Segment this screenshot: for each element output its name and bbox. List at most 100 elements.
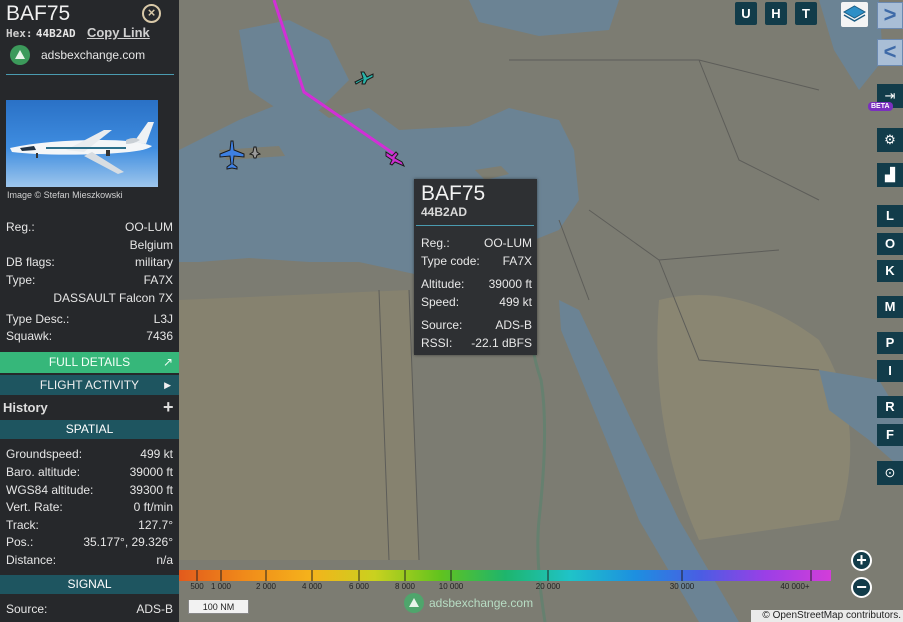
map-toggle-t-button[interactable]: T bbox=[795, 2, 817, 25]
attribution-suffix: contributors. bbox=[845, 610, 901, 621]
spatial-label: Groundspeed: bbox=[6, 447, 83, 461]
tooltip-label: Altitude: bbox=[421, 277, 465, 291]
site-link[interactable]: adsbexchange.com bbox=[10, 45, 145, 65]
copy-link-button[interactable]: Copy Link bbox=[87, 25, 150, 40]
photo-credit: Image © Stefan Mieszkowski bbox=[7, 190, 123, 200]
altitude-tick-label: 8 000 bbox=[394, 582, 416, 591]
map-attribution: © OpenStreetMap contributors. bbox=[751, 610, 903, 622]
flight-activity-button[interactable]: FLIGHT ACTIVITY ▶ bbox=[0, 375, 179, 395]
spatial-label: WGS84 altitude: bbox=[6, 483, 94, 497]
aircraft-photo-image bbox=[10, 122, 154, 174]
detail-value: L3J bbox=[153, 312, 173, 326]
prev-aircraft-button[interactable]: < bbox=[877, 39, 903, 66]
altitude-tick-label: 2 000 bbox=[255, 582, 277, 591]
altitude-gradient-bar bbox=[179, 570, 831, 581]
map-toggle-o-button[interactable]: O bbox=[877, 233, 903, 255]
map-toggle-k-button[interactable]: K bbox=[877, 260, 903, 282]
signal-section-header[interactable]: SIGNAL bbox=[0, 575, 179, 594]
altitude-color-legend bbox=[179, 570, 831, 581]
spatial-label: Distance: bbox=[6, 553, 57, 567]
detail-value: OO-LUM bbox=[125, 220, 173, 234]
altitude-tick-label: 1 000 bbox=[210, 582, 232, 591]
map-toggle-h-button[interactable]: H bbox=[765, 2, 787, 25]
zoom-out-button[interactable]: − bbox=[851, 577, 872, 598]
aircraft-marker-icon[interactable] bbox=[249, 146, 261, 160]
adsbexchange-logo-icon bbox=[10, 45, 30, 65]
brand-watermark: adsbexchange.com bbox=[404, 593, 533, 613]
map-toggle-f-button[interactable]: F bbox=[877, 424, 903, 446]
spatial-section-header[interactable]: SPATIAL bbox=[0, 420, 179, 439]
full-details-button[interactable]: FULL DETAILS ↗ bbox=[0, 352, 179, 373]
map-toggle-m-button[interactable]: M bbox=[877, 296, 903, 318]
detail-value: 7436 bbox=[146, 329, 173, 343]
altitude-tick-label: 500 bbox=[190, 582, 204, 591]
hex-row: Hex: 44B2AD Copy Link bbox=[6, 25, 150, 40]
spatial-value: 0 ft/min bbox=[133, 500, 173, 514]
altitude-tick-label: 40 000+ bbox=[780, 582, 810, 591]
tooltip-label: RSSI: bbox=[421, 336, 453, 350]
openstreetmap-link[interactable]: OpenStreetMap bbox=[773, 610, 844, 621]
aircraft-info-panel: BAF75 × Hex: 44B2AD Copy Link adsbexchan… bbox=[0, 0, 179, 622]
history-heading[interactable]: History bbox=[3, 400, 48, 415]
replay-icon[interactable]: ⊙ bbox=[877, 461, 903, 485]
tooltip-value: FA7X bbox=[502, 254, 532, 268]
map-toggle-p-button[interactable]: P bbox=[877, 332, 903, 354]
signal-value: ADS-B bbox=[136, 602, 173, 616]
beta-badge: BETA bbox=[868, 102, 893, 111]
aircraft-tooltip: BAF75 44B2AD Reg.: OO-LUM Type code: FA7… bbox=[414, 179, 537, 355]
divider bbox=[6, 74, 174, 75]
adsbexchange-logo-icon bbox=[404, 593, 424, 613]
detail-label: Squawk: bbox=[6, 329, 53, 343]
tooltip-value: OO-LUM bbox=[484, 236, 532, 250]
distance-scale: 100 NM bbox=[188, 600, 249, 614]
zoom-in-button[interactable]: + bbox=[851, 550, 872, 571]
tooltip-hex: 44B2AD bbox=[421, 205, 468, 219]
tooltip-value: 499 kt bbox=[499, 295, 532, 309]
brand-label: adsbexchange.com bbox=[429, 596, 534, 610]
altitude-tick-label: 10 000 bbox=[438, 582, 464, 591]
divider bbox=[416, 225, 534, 226]
hex-value: 44B2AD bbox=[35, 27, 76, 40]
external-link-icon: ↗ bbox=[162, 355, 173, 369]
detail-label: DB flags: bbox=[6, 255, 55, 269]
spatial-value: 39300 ft bbox=[129, 483, 173, 497]
detail-label: Reg.: bbox=[6, 220, 35, 234]
tooltip-label: Source: bbox=[421, 318, 463, 332]
aircraft-photo[interactable] bbox=[6, 100, 158, 187]
close-icon[interactable]: × bbox=[142, 4, 161, 23]
tooltip-value: 39000 ft bbox=[488, 277, 532, 291]
next-aircraft-button[interactable]: > bbox=[877, 2, 903, 29]
spatial-value: n/a bbox=[156, 553, 173, 567]
altitude-tick-label: 4 000 bbox=[301, 582, 323, 591]
layers-icon[interactable] bbox=[841, 2, 868, 27]
site-link-label: adsbexchange.com bbox=[41, 48, 146, 62]
spatial-label: Pos.: bbox=[6, 535, 34, 549]
map-toggle-r-button[interactable]: R bbox=[877, 396, 903, 418]
history-expand-icon[interactable]: + bbox=[163, 397, 174, 418]
spatial-label: Baro. altitude: bbox=[6, 465, 81, 479]
leaderboard-icon[interactable]: ▟ bbox=[877, 163, 903, 187]
altitude-legend-labels: 500 1 000 2 000 4 000 6 000 8 000 10 000 20 000… bbox=[179, 582, 831, 592]
military-aircraft-icon[interactable] bbox=[219, 140, 245, 170]
spatial-value: 39000 ft bbox=[129, 465, 173, 479]
detail-value: FA7X bbox=[143, 273, 173, 287]
detail-label: Type: bbox=[6, 273, 36, 287]
tooltip-callsign: BAF75 bbox=[421, 182, 486, 205]
settings-gear-icon[interactable]: ⚙ bbox=[877, 128, 903, 152]
attribution-prefix: © bbox=[762, 610, 770, 621]
aircraft-callsign: BAF75 bbox=[6, 2, 71, 25]
tooltip-value: ADS-B bbox=[495, 318, 532, 332]
aircraft-marker-icon[interactable] bbox=[353, 68, 375, 86]
signal-label: Source: bbox=[6, 602, 48, 616]
map-toggle-l-button[interactable]: L bbox=[877, 205, 903, 227]
tooltip-label: Speed: bbox=[421, 295, 460, 309]
map-toggle-i-button[interactable]: I bbox=[877, 360, 903, 382]
altitude-tick-label: 30 000 bbox=[669, 582, 695, 591]
flight-activity-label: FLIGHT ACTIVITY bbox=[39, 378, 140, 392]
spatial-value: 35.177°, 29.326° bbox=[83, 535, 173, 549]
hex-label: Hex: bbox=[6, 27, 33, 40]
selected-aircraft-icon[interactable] bbox=[384, 148, 406, 168]
map-view[interactable]: U H T > < ⇥ BETA ⚙ ▟ L O K M P I R F ⊙ B… bbox=[179, 0, 903, 622]
full-details-label: FULL DETAILS bbox=[48, 355, 131, 369]
map-toggle-u-button[interactable]: U bbox=[735, 2, 757, 25]
